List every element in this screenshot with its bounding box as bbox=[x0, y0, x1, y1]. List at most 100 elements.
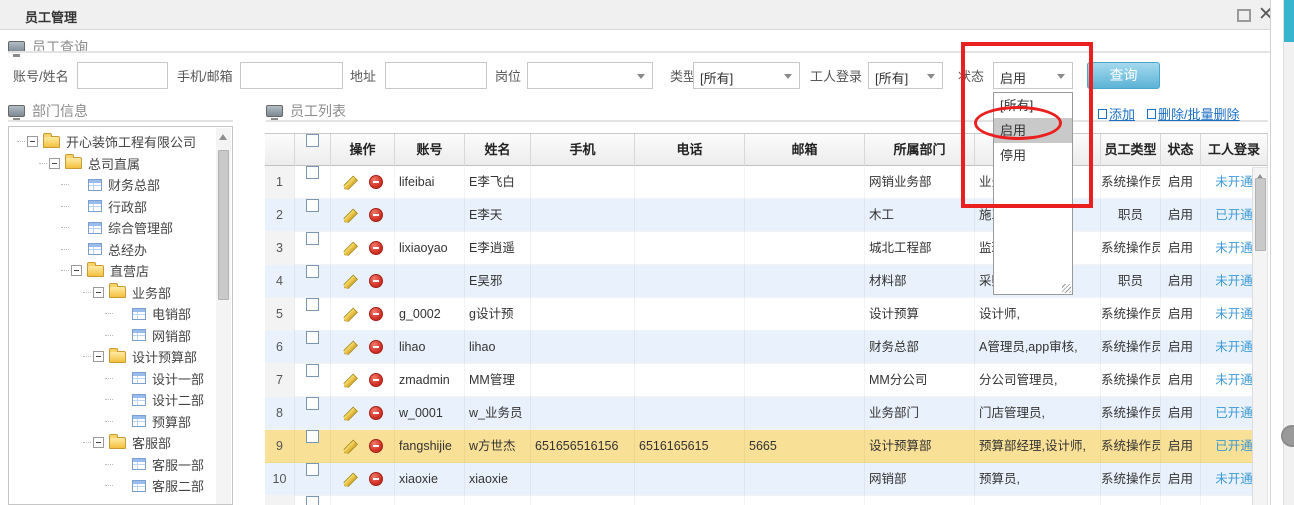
actions-cell bbox=[331, 232, 395, 265]
row-checkbox[interactable] bbox=[306, 397, 319, 410]
delete-batch-button[interactable]: 删除/批量删除 bbox=[1147, 104, 1240, 123]
resize-handle-icon[interactable] bbox=[1062, 284, 1071, 293]
cell-type bbox=[1101, 496, 1161, 505]
row-checkbox[interactable] bbox=[306, 430, 319, 443]
column-header: 账号 bbox=[395, 134, 465, 166]
cell-email bbox=[745, 364, 865, 397]
row-checkbox[interactable] bbox=[306, 364, 319, 377]
edit-icon[interactable] bbox=[342, 274, 357, 289]
table-row[interactable]: 5g_0002g设计预设计预算设计师,系统操作员启用未开通 bbox=[265, 298, 1268, 331]
delete-row-icon[interactable] bbox=[369, 406, 383, 420]
tree-node[interactable]: 预算部 bbox=[9, 411, 216, 433]
tree-node[interactable]: 行政部 bbox=[9, 196, 216, 218]
table-row[interactable]: 11 bbox=[265, 496, 1268, 505]
table-row[interactable]: 6lihaolihao财务总部A管理员,app审核,系统操作员启用未开通 bbox=[265, 331, 1268, 364]
delete-row-icon[interactable] bbox=[369, 208, 383, 222]
table-row[interactable]: 4E吴邪材料部采购员,职员启用未开通 bbox=[265, 265, 1268, 298]
scrollbar-thumb[interactable] bbox=[1255, 178, 1266, 251]
query-input-0[interactable] bbox=[77, 62, 168, 89]
collapse-expander-icon[interactable] bbox=[93, 287, 104, 298]
delete-row-icon[interactable] bbox=[369, 274, 383, 288]
query-select-5[interactable]: [所有] bbox=[868, 62, 943, 89]
collapse-expander-icon[interactable] bbox=[93, 351, 104, 362]
tree-node[interactable]: 电销部 bbox=[9, 303, 216, 325]
divider bbox=[8, 120, 233, 122]
edit-icon[interactable] bbox=[342, 307, 357, 322]
table-row[interactable]: 1lifeibaiE李飞白网销业务部业务员,系统操作员启用未开通 bbox=[265, 166, 1268, 199]
edit-icon[interactable] bbox=[342, 241, 357, 256]
cell-status: 启用 bbox=[1161, 331, 1201, 364]
delete-row-icon[interactable] bbox=[369, 373, 383, 387]
tree-node[interactable]: 网销部 bbox=[9, 325, 216, 347]
table-icon bbox=[88, 222, 102, 234]
table-row[interactable]: 10xiaoxiexiaoxie网销部预算员,系统操作员启用未开通 bbox=[265, 463, 1268, 496]
row-checkbox[interactable] bbox=[306, 496, 319, 505]
row-checkbox[interactable] bbox=[306, 298, 319, 311]
checkbox-cell bbox=[295, 496, 331, 505]
delete-row-icon[interactable] bbox=[369, 340, 383, 354]
tree-node[interactable]: 开心装饰工程有限公司 bbox=[9, 131, 216, 153]
row-checkbox[interactable] bbox=[306, 265, 319, 278]
tree-node[interactable]: 设计二部 bbox=[9, 389, 216, 411]
query-select-3[interactable] bbox=[527, 62, 653, 89]
table-row[interactable]: 2E李天木工施工员,职员启用已开通 bbox=[265, 199, 1268, 232]
row-checkbox[interactable] bbox=[306, 463, 319, 476]
tree-node[interactable]: 总司直属 bbox=[9, 153, 216, 175]
tree-node[interactable]: 设计预算部 bbox=[9, 346, 216, 368]
delete-row-icon[interactable] bbox=[369, 307, 383, 321]
tree-node[interactable]: 总经办 bbox=[9, 239, 216, 261]
collapse-expander-icon[interactable] bbox=[27, 136, 38, 147]
row-checkbox[interactable] bbox=[306, 199, 319, 212]
table-row[interactable]: 9fangshijiew方世杰6516565161566516165615566… bbox=[265, 430, 1268, 463]
delete-row-icon[interactable] bbox=[369, 472, 383, 486]
cell-tel bbox=[635, 298, 745, 331]
query-button[interactable]: 查询 bbox=[1087, 62, 1160, 89]
collapse-expander-icon[interactable] bbox=[93, 437, 104, 448]
cell-tel bbox=[635, 232, 745, 265]
add-button[interactable]: 添加 bbox=[1098, 104, 1135, 123]
delete-row-icon[interactable] bbox=[369, 175, 383, 189]
tree-node-label: 设计一部 bbox=[152, 369, 204, 388]
cell-name: g设计预 bbox=[465, 298, 531, 331]
table-scrollbar[interactable] bbox=[1252, 167, 1268, 505]
delete-row-icon[interactable] bbox=[369, 241, 383, 255]
scroll-up-icon[interactable] bbox=[219, 134, 227, 140]
tree-node[interactable]: 业务部 bbox=[9, 282, 216, 304]
tree-node[interactable]: 设计一部 bbox=[9, 368, 216, 390]
delete-row-icon[interactable] bbox=[369, 439, 383, 453]
edit-icon[interactable] bbox=[342, 208, 357, 223]
tree-node[interactable]: 财务总部 bbox=[9, 174, 216, 196]
select-all-checkbox[interactable] bbox=[306, 134, 319, 147]
tree-node[interactable]: 客服二部 bbox=[9, 475, 216, 497]
tree-node[interactable]: 客服部 bbox=[9, 432, 216, 454]
collapse-expander-icon[interactable] bbox=[71, 265, 82, 276]
edit-icon[interactable] bbox=[342, 472, 357, 487]
row-checkbox[interactable] bbox=[306, 232, 319, 245]
query-input-1[interactable] bbox=[240, 62, 343, 89]
tree-scrollbar[interactable] bbox=[216, 128, 231, 505]
table-icon bbox=[88, 243, 102, 255]
scrollbar-thumb[interactable] bbox=[1284, 0, 1294, 42]
edit-icon[interactable] bbox=[342, 373, 357, 388]
edit-icon[interactable] bbox=[342, 340, 357, 355]
checkbox-cell bbox=[295, 364, 331, 397]
collapse-expander-icon[interactable] bbox=[49, 158, 60, 169]
edit-icon[interactable] bbox=[342, 439, 357, 454]
table-row[interactable]: 3lixiaoyaoE李逍遥城北工程部监理,系统操作员启用未开通 bbox=[265, 232, 1268, 265]
tree-node[interactable]: 客服一部 bbox=[9, 454, 216, 476]
tree-node[interactable]: 直营店 bbox=[9, 260, 216, 282]
edit-icon[interactable] bbox=[342, 406, 357, 421]
table-row[interactable]: 7zmadminMM管理MM分公司分公司管理员,系统操作员启用未开通 bbox=[265, 364, 1268, 397]
table-row[interactable]: 8w_0001w_业务员业务部门门店管理员,系统操作员启用已开通 bbox=[265, 397, 1268, 430]
row-checkbox[interactable] bbox=[306, 331, 319, 344]
row-checkbox[interactable] bbox=[306, 166, 319, 179]
scrollbar-thumb[interactable] bbox=[218, 150, 229, 300]
tree-connector bbox=[61, 184, 69, 185]
row-number: 10 bbox=[265, 463, 295, 496]
cell-status: 启用 bbox=[1161, 430, 1201, 463]
query-select-4[interactable]: [所有] bbox=[693, 62, 800, 89]
edit-icon[interactable] bbox=[342, 175, 357, 190]
tree-node[interactable]: 综合管理部 bbox=[9, 217, 216, 239]
query-input-2[interactable] bbox=[385, 62, 487, 89]
maximize-icon[interactable] bbox=[1237, 9, 1251, 22]
